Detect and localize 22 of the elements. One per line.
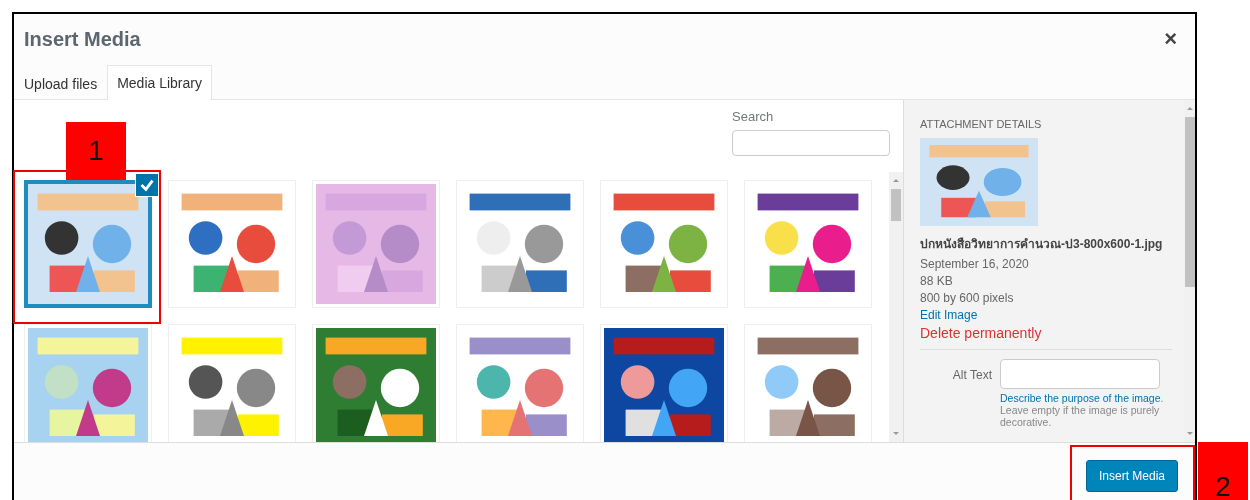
section-heading: ATTACHMENT DETAILS — [920, 118, 1043, 130]
help-text: Describe the purpose of the image. Leave empty if the image is purely decorative. — [1000, 392, 1165, 428]
file-size: 88 KB — [920, 273, 954, 290]
scrollbar[interactable] — [889, 172, 903, 442]
alt-text-field[interactable] — [1000, 359, 1160, 389]
step-number: 2 — [1197, 442, 1248, 500]
step-number: 1 — [66, 122, 126, 180]
tab[interactable]: Upload files — [14, 66, 108, 100]
image-dimensions: 800 by 600 pixels — [920, 290, 1015, 307]
dialog-title: Insert Media — [24, 27, 141, 51]
help-link[interactable]: Describe the purpose of the image — [1000, 392, 1161, 404]
file-name: ปกหนังสือวิทยาการคำนวณ-ป3-800x600-1.jpg — [920, 236, 1164, 253]
delete-link[interactable]: Delete permanently — [920, 324, 1042, 342]
upload-date: September 16, 2020 — [920, 256, 1030, 273]
close-button[interactable]: × — [1160, 26, 1181, 52]
alt-text-label: Alt Text — [951, 367, 992, 384]
insert-media-button[interactable]: Insert Media — [1085, 460, 1178, 492]
search-field[interactable] — [732, 130, 890, 156]
edit-image-link[interactable]: Edit Image — [920, 307, 978, 324]
check-icon[interactable] — [136, 174, 158, 196]
search-label: Search — [732, 109, 775, 124]
tab[interactable]: Media Library — [107, 65, 212, 100]
